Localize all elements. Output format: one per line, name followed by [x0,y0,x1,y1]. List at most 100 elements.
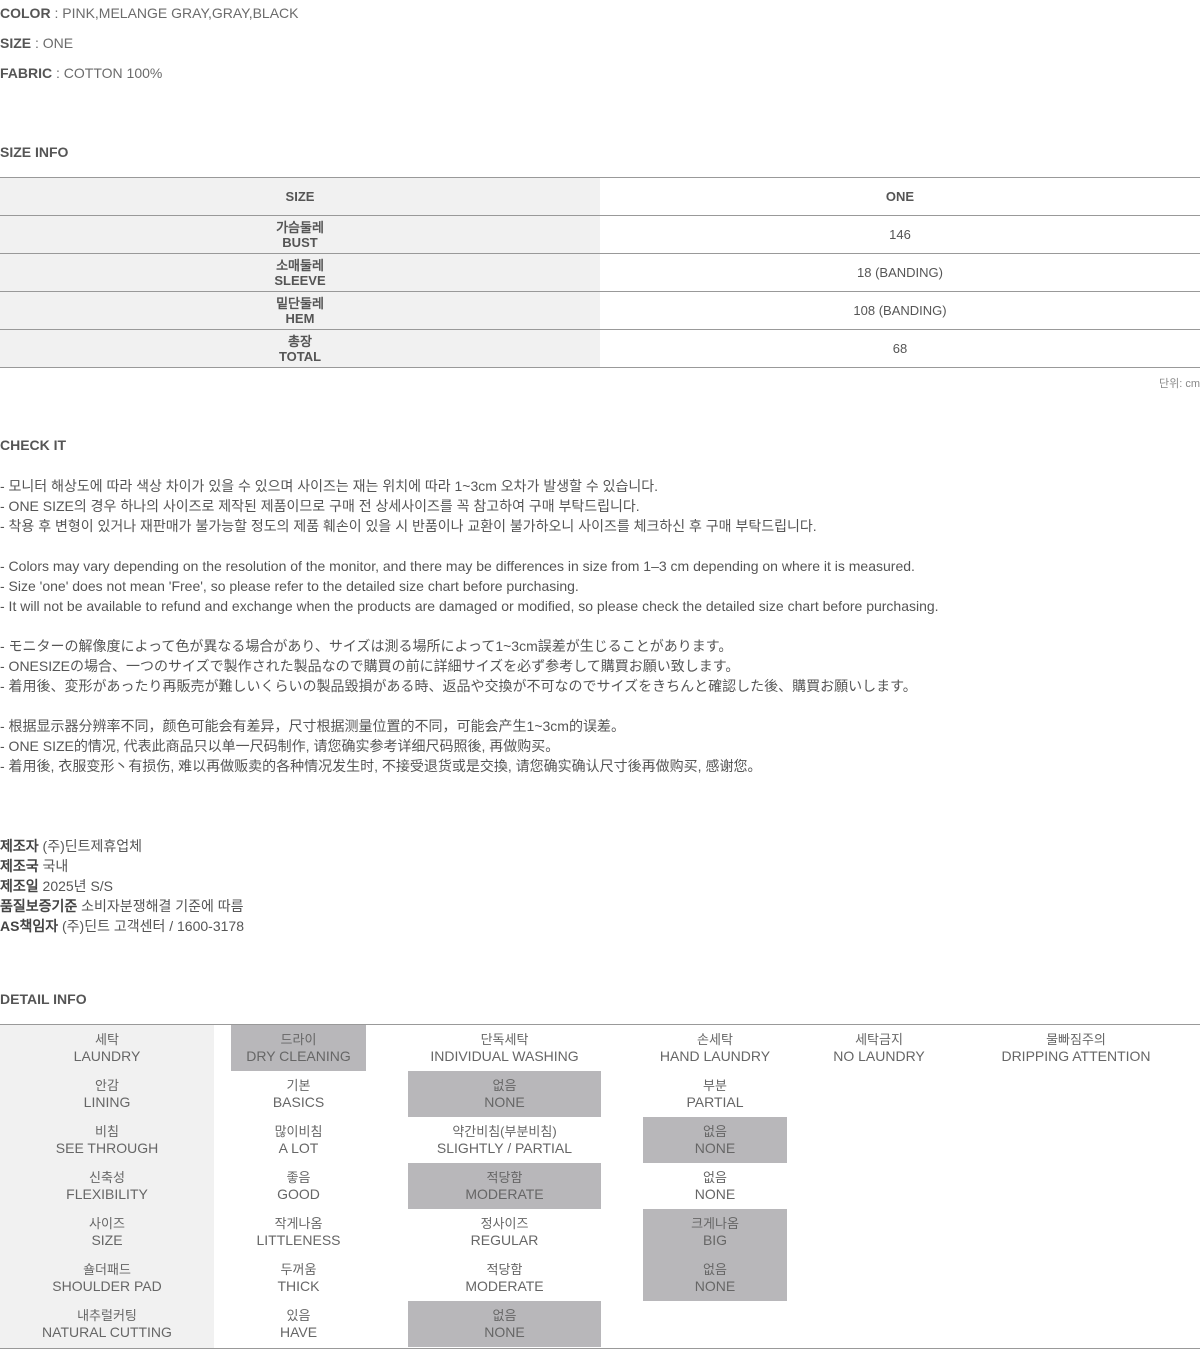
detail-option-en: THICK [277,1278,320,1294]
detail-table: 세탁 LAUNDRY 드라이 DRY CLEANING 단독세탁 INDIVIDUAL… [0,1024,1200,1349]
detail-option: 좋음 GOOD [231,1163,366,1209]
detail-label-ko: 세탁 [95,1032,119,1047]
table-row: 밑단둘레 HEM 108 (BANDING) [0,292,1200,330]
size-row-label: 소매둘레 SLEEVE [0,254,600,291]
size-header-value: ONE [885,189,915,204]
detail-option-ko: 없음 [492,1078,517,1093]
mfg-label: 제조국 [0,858,39,874]
detail-option-ko: 드라이 [280,1032,317,1047]
size-row-value: 108 (BANDING) [853,303,947,318]
check-line: - Size 'one' does not mean 'Free', so pl… [0,578,579,594]
detail-row-label: 안감 LINING [0,1071,214,1117]
size-row-label-en: SLEEVE [274,272,326,288]
detail-option-en: SLIGHTLY / PARTIAL [436,1140,573,1156]
detail-option-ko: 많이비침 [274,1124,323,1139]
detail-option-en: INDIVIDUAL WASHING [430,1048,579,1064]
detail-label-ko: 안감 [95,1078,119,1093]
detail-option-ko: 적당함 [486,1170,523,1185]
detail-option: 적당함 MODERATE [408,1163,601,1209]
check-line: - 모니터 해상도에 따라 색상 차이가 있을 수 있으며 사이즈는 재는 위치… [0,478,659,494]
check-it-notes: - 모니터 해상도에 따라 색상 차이가 있을 수 있으며 사이즈는 재는 위치… [0,476,939,776]
size-row-value: 146 [889,227,911,242]
detail-label-ko: 숄더패드 [83,1262,131,1277]
detail-option-en: REGULAR [470,1232,539,1248]
detail-option-ko: 약간비침(부분비침) [452,1124,557,1139]
detail-row-label: 세탁 LAUNDRY [0,1025,214,1071]
detail-option-en: HAVE [279,1324,318,1340]
detail-option-en: DRY CLEANING [246,1048,351,1064]
detail-option-ko: 좋음 [286,1170,311,1185]
detail-option-en: GOOD [277,1186,320,1202]
detail-row-label: 사이즈 SIZE [0,1209,214,1255]
fabric-spec: FABRIC : COTTON 100% [0,65,162,82]
color-spec: COLOR : PINK,MELANGE GRAY,GRAY,BLACK [0,5,299,22]
size-table-header: SIZE ONE [0,178,1200,216]
check-line: - 着用後、変形があったり再販売が難しいくらいの製品毀損がある時、返品や交換が不… [0,678,917,694]
detail-option-ko: 없음 [703,1262,727,1277]
detail-option-ko: 정사이즈 [480,1216,529,1231]
detail-label-ko: 사이즈 [89,1216,125,1231]
check-line [0,696,939,716]
fabric-label: FABRIC [0,65,53,81]
mfg-value: 국내 [38,858,69,874]
size-row-label-ko: 가슴둘레 [276,219,324,235]
detail-option: 있음 HAVE [231,1301,366,1347]
mfg-value: (주)딘트제휴업체 [38,838,143,854]
detail-row-label: 내추럴커팅 NATURAL CUTTING [0,1301,214,1347]
detail-option: 적당함 MODERATE [408,1255,601,1301]
mfg-value: 2025년 S/S [38,878,114,894]
detail-label-en: FLEXIBILITY [66,1186,148,1202]
mfg-label: 제조자 [0,838,39,854]
detail-option: 세탁금지 NO LAUNDRY [810,1025,948,1071]
table-row: 가슴둘레 BUST 146 [0,216,1200,254]
detail-option-ko: 작게나옴 [274,1216,323,1231]
detail-option: 단독세탁 INDIVIDUAL WASHING [408,1025,601,1071]
detail-option-ko: 기본 [286,1078,311,1093]
detail-option-en: NO LAUNDRY [833,1048,925,1064]
size-row-label-en: HEM [285,310,315,326]
detail-option-ko: 크게나옴 [691,1216,739,1231]
detail-option: 없음 NONE [408,1301,601,1347]
size-table: SIZE ONE 가슴둘레 BUST 146 소매둘레 SLEEVE 18 (B… [0,177,1200,368]
check-line: - ONE SIZE的情况, 代表此商品只以单一尺码制作, 请您确实参考详细尺码… [0,738,560,754]
size-row-label: 총장 TOTAL [0,330,600,367]
detail-row-label: 숄더패드 SHOULDER PAD [0,1255,214,1301]
detail-option: 없음 NONE [408,1071,601,1117]
detail-option-en: PARTIAL [686,1094,744,1110]
detail-label-en: SEE THROUGH [55,1140,159,1156]
check-line: - 착용 후 변형이 있거나 재판매가 불가능할 정도의 제품 훼손이 있을 시… [0,518,817,534]
detail-option-en: LITTLENESS [256,1232,341,1248]
detail-option-ko: 없음 [492,1308,517,1323]
detail-option-en: MODERATE [465,1278,544,1294]
detail-option-ko: 있음 [286,1308,311,1323]
detail-label-en: NATURAL CUTTING [42,1324,172,1340]
check-line: - Colors may vary depending on the resol… [0,558,915,574]
detail-row-label: 신축성 FLEXIBILITY [0,1163,214,1209]
detail-option: 기본 BASICS [231,1071,366,1117]
detail-option-en: NONE [694,1140,736,1156]
detail-option-ko: 물빠짐주의 [1046,1032,1106,1047]
detail-option: 크게나옴 BIG [643,1209,787,1255]
detail-option: 두꺼움 THICK [231,1255,366,1301]
detail-option: 정사이즈 REGULAR [408,1209,601,1255]
size-unit-note: 단위: cm [1158,378,1200,390]
detail-option-ko: 적당함 [486,1262,523,1277]
detail-option-en: A LOT [278,1140,319,1156]
mfg-label: AS책임자 [0,918,59,934]
check-line: - モニターの解像度によって色が異なる場合があり、サイズは測る場所によって1~3… [0,638,733,654]
size-spec: SIZE : ONE [0,35,73,52]
manufacturer-line: 제조자 (주)딘트제휴업체 [0,836,244,856]
size-row-value: 18 (BANDING) [857,265,943,280]
detail-option: 없음 NONE [643,1117,787,1163]
check-line: - 着用後, 衣服变形丶有损伤, 难以再做贩卖的各种情况发生时, 不接受退货或是… [0,758,762,774]
detail-row-label: 비침 SEE THROUGH [0,1117,214,1163]
detail-option-ko: 두꺼움 [280,1262,317,1277]
size-value: : ONE [31,35,74,51]
detail-option-ko: 없음 [703,1124,727,1139]
size-info-title: SIZE INFO [0,144,69,160]
detail-option: 물빠짐주의 DRIPPING ATTENTION [990,1025,1162,1071]
size-row-label-ko: 밑단둘레 [276,295,324,311]
check-it-title: CHECK IT [0,437,67,453]
manufacturer-line: 제조일 2025년 S/S [0,876,244,896]
detail-option: 부분 PARTIAL [643,1071,787,1117]
